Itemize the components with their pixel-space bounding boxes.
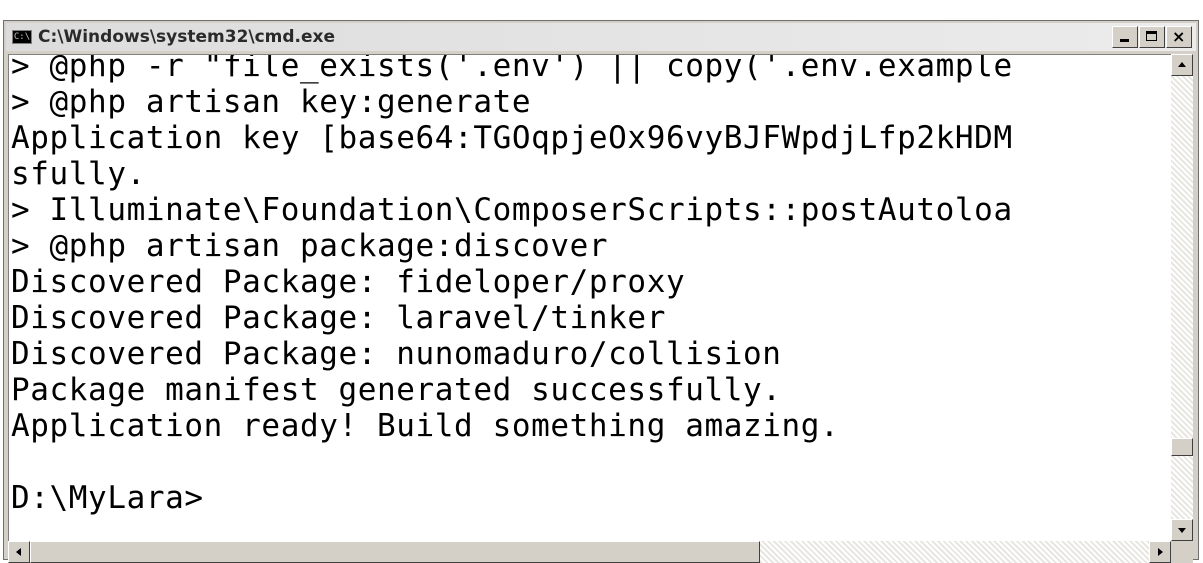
cmd-icon[interactable]: C:\: [12, 30, 32, 44]
title-bar[interactable]: C:\ C:\Windows\system32\cmd.exe ×: [6, 23, 1196, 51]
arrow-left-icon: [16, 548, 21, 556]
console-line: sfully.: [11, 156, 146, 192]
maximize-button[interactable]: [1139, 26, 1165, 48]
caption-buttons: ×: [1112, 26, 1192, 48]
close-icon: ×: [1172, 27, 1186, 46]
minimize-button[interactable]: [1112, 26, 1138, 48]
console-line: Discovered Package: fideloper/proxy: [11, 264, 686, 300]
console-line: > @php -r "file_exists('.env') || copy('…: [11, 54, 1013, 84]
console-line: Package manifest generated successfully.: [11, 372, 782, 408]
vertical-scroll-thumb[interactable]: [1171, 438, 1193, 456]
scroll-up-button[interactable]: [1171, 54, 1193, 76]
size-grip: [1171, 541, 1193, 563]
maximize-icon: [1146, 31, 1157, 41]
console-output[interactable]: > @php -r "file_exists('.env') || copy('…: [8, 54, 1172, 542]
horizontal-scrollbar[interactable]: [8, 541, 1171, 563]
console-line: Discovered Package: nunomaduro/collision: [11, 336, 782, 372]
arrow-right-icon: [1158, 548, 1163, 556]
arrow-down-icon: [1178, 528, 1186, 533]
cmd-window: C:\ C:\Windows\system32\cmd.exe × > @php…: [3, 20, 1199, 563]
close-button[interactable]: ×: [1166, 26, 1192, 48]
scroll-right-button[interactable]: [1149, 541, 1171, 563]
scroll-left-button[interactable]: [8, 541, 30, 563]
console-line: Application ready! Build something amazi…: [11, 408, 840, 444]
command-prompt[interactable]: D:\MyLara>: [9, 480, 1172, 516]
window-title: C:\Windows\system32\cmd.exe: [38, 27, 336, 47]
horizontal-scroll-thumb[interactable]: [30, 541, 760, 563]
vertical-scrollbar[interactable]: [1171, 54, 1193, 541]
arrow-up-icon: [1178, 62, 1186, 67]
console-line: > @php artisan package:discover: [11, 228, 609, 264]
console-line: > @php artisan key:generate: [11, 84, 532, 120]
scroll-down-button[interactable]: [1171, 519, 1193, 541]
console-line: > Illuminate\Foundation\ComposerScripts:…: [11, 192, 1013, 228]
console-line: Application key [base64:TGOqpjeOx96vyBJF…: [11, 120, 1013, 156]
minimize-icon: [1120, 39, 1129, 42]
console-line: Discovered Package: laravel/tinker: [11, 300, 666, 336]
